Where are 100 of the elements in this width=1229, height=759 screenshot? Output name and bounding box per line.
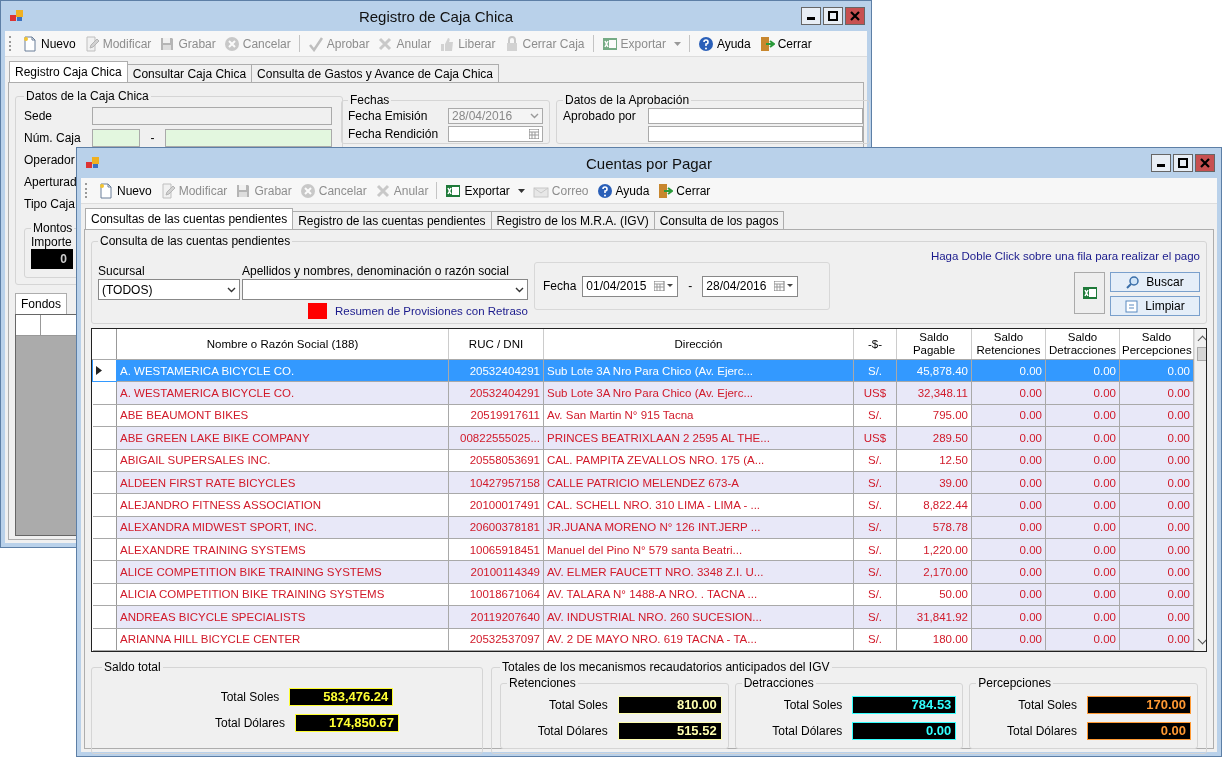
minimize-button[interactable]	[1151, 154, 1171, 172]
action-button[interactable]: Buscar	[1110, 272, 1200, 292]
table-cell: ALEXANDRA MIDWEST SPORT, INC.	[116, 516, 449, 539]
table-cell: 8,822.44	[896, 493, 972, 517]
date-picker[interactable]: 28/04/2016	[702, 275, 799, 297]
close-button[interactable]	[845, 7, 865, 25]
tab[interactable]: Consulta de los pagos	[653, 211, 785, 229]
tab[interactable]: Consultar Caja Chica	[126, 64, 253, 82]
row-header-cell[interactable]	[92, 404, 117, 427]
row-header-cell[interactable]	[92, 493, 117, 517]
table-cell: A. WESTAMERICA BICYCLE CO.	[116, 359, 449, 382]
table-row[interactable]: ALDEEN FIRST RATE BICYCLES 10427957158 CALLE PATRICIO MELENDEZ 673-A S/. 39.00 0.00 0.00 0.00	[92, 471, 1194, 494]
column-header[interactable]: Saldo Detracciones	[1045, 329, 1120, 360]
table-row[interactable]: A. WESTAMERICA BICYCLE CO. 20532404291 Sub Lote 3A Nro Para Chico (Av. Ejerc... US$ 32,348.11 0.00 0.00 0.00	[92, 381, 1194, 405]
table-row[interactable]: ABIGAIL SUPERSALES INC. 20558053691 CAL. PAMPITA ZEVALLOS NRO. 175 (A... S/. 12.50 0.00 0.00 0.00	[92, 449, 1194, 472]
field-label: Total Soles	[548, 698, 608, 712]
amount-display: 0	[31, 249, 73, 269]
toolbar-button[interactable]: Exportar	[442, 180, 513, 201]
total-display: 515.52	[617, 722, 722, 740]
table-row[interactable]: ALEXANDRA MIDWEST SPORT, INC. 20600378181 JR.JUANA MORENO N° 126 INT.JERP ... S/. 578.78 0.00 0.00 0.00	[92, 516, 1194, 539]
group-title: Detracciones	[742, 676, 815, 690]
table-row[interactable]: ABE GREEN LAKE BIKE COMPANY 00822555025... PRINCES BEATRIXLAAN 2 2595 AL THE... US$ 289.50 0.00 0.00 0.00	[92, 426, 1194, 449]
field-label: Tipo Caja	[24, 197, 76, 211]
row-header-cell[interactable]	[92, 359, 117, 382]
table-row[interactable]: ARIANNA HILL BICYCLE CENTER 20532537097 AV. 2 DE MAYO NRO. 619 TACNA - TA... S/. 180.00 0.00 0.00 0.00	[92, 628, 1194, 651]
date-field[interactable]	[448, 126, 543, 142]
total-display: 0.00	[1087, 722, 1191, 740]
column-header[interactable]: Saldo Retenciones	[971, 329, 1046, 360]
group-title: Datos de la Aprobación	[564, 93, 691, 107]
toolbar-button[interactable]: Cerrar	[654, 180, 714, 201]
input-field[interactable]	[648, 108, 863, 124]
clear-icon	[1125, 299, 1140, 313]
tab[interactable]: Consultas de las cuentas pendientes	[85, 208, 294, 229]
group-title: Fechas	[349, 93, 391, 107]
caret-icon[interactable]	[517, 188, 525, 193]
column-header[interactable]: Saldo Percepciones	[1119, 329, 1194, 360]
row-header-cell[interactable]	[92, 426, 117, 449]
table-cell: AV. 2 DE MAYO NRO. 619 TACNA - TA...	[543, 628, 854, 651]
column-header[interactable]: Saldo Pagable	[896, 329, 972, 360]
total-display: 583,476.24	[289, 688, 394, 706]
toolbar-button[interactable]: Ayuda	[694, 33, 754, 54]
table-cell: 20558053691	[448, 449, 544, 472]
table-cell: ARIANNA HILL BICYCLE CENTER	[116, 628, 449, 651]
table-row[interactable]: ALEJANDRO FITNESS ASSOCIATION 20100017491 CAL. SCHELL NRO. 310 LIMA - LIMA - ... S/. 8,822.44 0.00 0.00 0.00	[92, 493, 1194, 517]
row-header-cell[interactable]	[92, 583, 117, 606]
input-field[interactable]	[648, 126, 863, 142]
toolbar-button[interactable]: Ayuda	[593, 180, 653, 201]
column-header[interactable]: Nombre o Razón Social (188)	[116, 329, 449, 360]
row-header-cell[interactable]	[92, 560, 117, 584]
toolbar-button[interactable]: Nuevo	[19, 33, 79, 54]
hint-text: Haga Doble Click sobre una fila para realizar el pago	[930, 250, 1200, 262]
input-field[interactable]	[92, 129, 140, 147]
minimize-button[interactable]	[801, 7, 821, 25]
spreadsheet-icon	[445, 182, 462, 199]
export-button[interactable]	[1074, 272, 1105, 314]
row-header-cell[interactable]	[92, 381, 117, 405]
table-cell: S/.	[853, 628, 897, 651]
table-row[interactable]: ANDREAS BICYCLE SPECIALISTS 20119207640 AV. INDUSTRIAL NRO. 260 SUCESION... S/. 31,841.92 0.00 0.00 0.00	[92, 605, 1194, 628]
row-header-cell[interactable]	[92, 605, 117, 628]
tab[interactable]: Registro de los M.R.A. (IGV)	[490, 211, 655, 229]
tab[interactable]: Consulta de Gastos y Avance de Caja Chica	[251, 64, 500, 82]
row-header-cell[interactable]	[92, 449, 117, 472]
toolbar-button[interactable]: Nuevo	[95, 180, 155, 201]
row-header-cell[interactable]	[92, 628, 117, 651]
input-field[interactable]	[165, 129, 332, 147]
calendar-icon	[654, 281, 675, 291]
dropdown[interactable]: (TODOS)	[98, 279, 240, 300]
table-cell: S/.	[853, 583, 897, 606]
table-row[interactable]: ALICIA COMPETITION BIKE TRAINING SYSTEMS 10018671064 AV. TALARA N° 1488-A NRO. . TACNA ... S/. 50.00 0.00 0.00 0.00	[92, 583, 1194, 606]
app-icon	[86, 157, 100, 169]
column-header[interactable]: -$-	[853, 329, 897, 360]
table-cell: AV. TALARA N° 1488-A NRO. . TACNA ...	[543, 583, 854, 606]
cross-circle-icon	[223, 35, 240, 52]
table-row[interactable]: ALICE COMPETITION BIKE TRAINING SYSTEMS 20100114349 AV. ELMER FAUCETT NRO. 3348 Z.I. U... S/. 2,170.00 0.00 0.00 0.00	[92, 560, 1194, 584]
row-header-cell[interactable]	[92, 538, 117, 561]
close-button[interactable]	[1195, 154, 1215, 172]
column-header[interactable]: Dirección	[543, 329, 854, 360]
table-cell: 795.00	[896, 404, 972, 427]
document-icon	[98, 182, 114, 199]
table-cell: ALEJANDRO FITNESS ASSOCIATION	[116, 493, 449, 517]
maximize-button[interactable]	[823, 7, 843, 25]
table-row[interactable]: ABE BEAUMONT BIKES 20519917611 Av. San Martin N° 915 Tacna S/. 795.00 0.00 0.00 0.00	[92, 404, 1194, 427]
row-header-cell[interactable]	[92, 471, 117, 494]
dropdown[interactable]	[242, 279, 528, 300]
group-title: Saldo total	[103, 660, 162, 674]
maximize-button[interactable]	[1173, 154, 1193, 172]
spreadsheet-icon	[601, 35, 618, 52]
column-header[interactable]: RUC / DNI	[448, 329, 544, 360]
table-row[interactable]: ALEXANDRE TRAINING SYSTEMS 10065918451 Manuel del Pino N° 579 santa Beatri... S/. 1,220.00 0.00 0.00 0.00	[92, 538, 1194, 561]
tab[interactable]: Registro Caja Chica	[9, 61, 128, 82]
input-field[interactable]	[92, 107, 332, 125]
action-button[interactable]: Limpiar	[1110, 296, 1200, 316]
tab[interactable]: Registro de las cuentas pendientes	[292, 211, 492, 229]
date-picker[interactable]: 01/04/2015	[582, 275, 679, 297]
toolbar-button[interactable]: Cerrar	[755, 33, 815, 54]
tab[interactable]: Fondos	[15, 293, 68, 314]
table-cell: 12.50	[896, 449, 972, 472]
table-cell: ALEXANDRE TRAINING SYSTEMS	[116, 538, 449, 561]
row-header-cell[interactable]	[92, 516, 117, 539]
window-title: Cuentas por Pagar	[586, 154, 712, 172]
